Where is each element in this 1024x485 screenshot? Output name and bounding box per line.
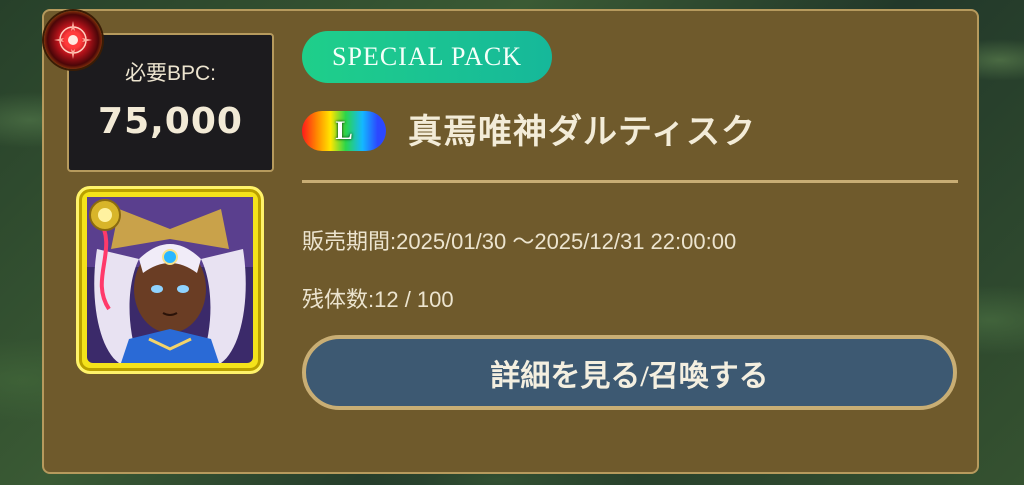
red-eye-emblem-icon <box>44 11 102 69</box>
divider <box>302 180 958 183</box>
character-portrait-icon[interactable] <box>76 186 264 374</box>
rarity-badge: L <box>302 111 386 151</box>
bpc-cost-value: 75,000 <box>98 101 243 142</box>
rarity-label: L <box>335 116 353 145</box>
character-name: 真焉唯神ダルティスク <box>408 112 756 152</box>
special-pack-badge: SPECIAL PACK <box>302 31 552 83</box>
sale-period: 販売期間:2025/01/30 ～2025/12/31 22:00:00 <box>302 229 737 254</box>
light-element-orb-icon <box>89 199 121 231</box>
view-details-summon-button[interactable]: 詳細を見る/召喚する <box>302 335 957 410</box>
remaining-count: 残体数:12 / 100 <box>302 287 454 312</box>
